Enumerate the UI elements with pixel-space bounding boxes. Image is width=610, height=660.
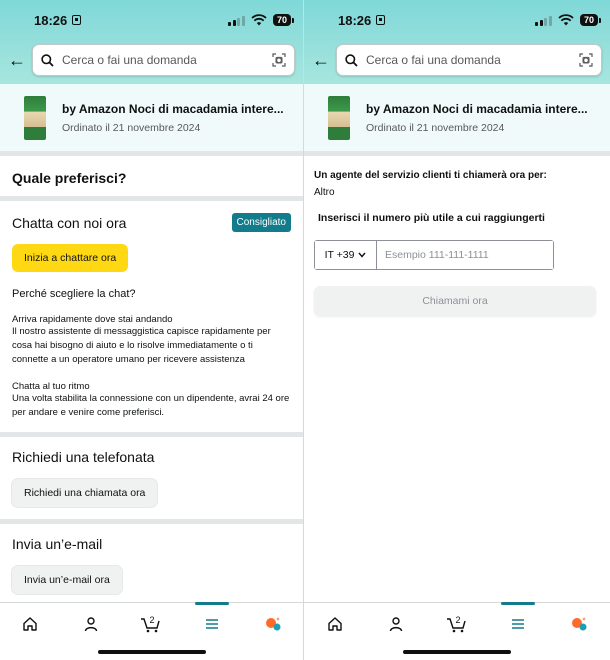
search-input[interactable]: Cerca o fai una domanda — [62, 53, 264, 67]
search-bar[interactable]: Cerca o fai una domanda — [336, 44, 602, 76]
signal-icon — [228, 15, 245, 26]
chat-section: Chatta con noi ora Consigliato Inizia a c… — [0, 201, 303, 437]
call-me-button[interactable]: Chiamami ora — [314, 286, 596, 316]
home-indicator — [403, 650, 511, 654]
search-bar[interactable]: Cerca o fai una domanda — [32, 44, 295, 76]
camera-scan-icon[interactable] — [272, 53, 286, 67]
clock: 18:26 — [338, 12, 372, 28]
nav-menu[interactable] — [195, 602, 230, 635]
order-date: Ordinato il 21 novembre 2024 — [62, 121, 201, 134]
order-summary[interactable]: by Amazon Noci di macadamia intere... Or… — [304, 84, 610, 156]
battery-icon: 70 — [579, 14, 602, 26]
phone-section: Richiedi una telefonata Richiedi una chi… — [0, 437, 303, 524]
nav-account[interactable] — [76, 613, 106, 635]
product-image — [24, 95, 46, 140]
nav-cart[interactable]: 2 — [136, 613, 166, 635]
user-icon — [389, 617, 402, 632]
nav-assistant[interactable] — [258, 613, 288, 635]
product-image — [328, 95, 350, 140]
assistant-icon — [572, 617, 587, 631]
assistant-icon — [265, 617, 281, 631]
chat-title: Chatta con noi ora — [12, 214, 127, 231]
home-indicator — [97, 650, 206, 654]
nav-account[interactable] — [381, 613, 411, 635]
country-code-select[interactable]: IT +39 — [315, 241, 377, 269]
home-icon — [23, 617, 37, 631]
preference-question: Quale preferisci? — [0, 156, 303, 201]
user-icon — [84, 617, 98, 632]
menu-icon — [206, 619, 219, 629]
benefit-text-2: Una volta stabilita la connessione con u… — [12, 393, 290, 418]
benefit-text-1: Il nostro assistente di messaggistica ca… — [12, 326, 271, 365]
svg-text:2: 2 — [455, 615, 460, 625]
status-bar: 18:26 70 — [0, 0, 303, 40]
recommended-badge: Consigliato — [231, 213, 291, 232]
chevron-down-icon — [358, 252, 366, 258]
back-arrow-icon[interactable]: ← — [312, 50, 330, 71]
sim-icon — [376, 15, 386, 25]
phone-title: Richiedi una telefonata — [12, 449, 155, 465]
product-title: by Amazon Noci di macadamia intere... — [62, 101, 284, 116]
battery-icon: 70 — [272, 14, 295, 26]
callback-reason: Altro — [314, 187, 335, 198]
order-summary[interactable]: by Amazon Noci di macadamia intere... Or… — [0, 84, 303, 156]
callback-heading: Un agente del servizio clienti ti chiame… — [314, 170, 547, 181]
phone-number-label: Inserisci il numero più utile a cui ragg… — [318, 212, 545, 224]
contact-options-screen: 18:26 70 ← Cerca o fai una domanda by Am… — [0, 0, 304, 660]
nav-menu[interactable] — [501, 602, 536, 635]
nav-assistant[interactable] — [564, 613, 594, 635]
email-section: Invia un’e-mail Invia un’e-mail ora — [0, 524, 303, 606]
camera-scan-icon[interactable] — [579, 53, 593, 67]
top-bar: 18:26 70 ← Cerca o fai una domanda — [0, 0, 303, 84]
why-chat-heading: Perché scegliere la chat? — [12, 288, 136, 300]
back-arrow-icon[interactable]: ← — [8, 50, 26, 71]
top-bar: 18:26 70 ← Cerca o fai una domanda — [304, 0, 610, 84]
order-date: Ordinato il 21 novembre 2024 — [366, 121, 505, 134]
menu-icon — [512, 619, 525, 629]
wifi-icon — [251, 14, 267, 26]
product-title: by Amazon Noci di macadamia intere... — [366, 101, 588, 116]
request-call-button[interactable]: Richiedi una chiamata ora — [12, 479, 158, 507]
status-bar: 18:26 70 — [304, 0, 610, 40]
benefit-title-2: Chatta al tuo ritmo — [12, 381, 90, 392]
send-email-button[interactable]: Invia un’e-mail ora — [12, 566, 122, 594]
benefit-title-1: Arriva rapidamente dove stai andando — [12, 314, 173, 325]
clock: 18:26 — [34, 12, 68, 28]
sim-icon — [72, 15, 82, 25]
callback-form: Un agente del servizio clienti ti chiame… — [304, 156, 610, 330]
nav-cart[interactable]: 2 — [442, 613, 472, 635]
wifi-icon — [558, 14, 574, 26]
phone-number-row: IT +39 — [314, 240, 554, 270]
cart-icon: 2 — [446, 615, 466, 633]
signal-icon — [535, 15, 552, 26]
cart-icon: 2 — [141, 615, 161, 633]
home-icon — [327, 617, 342, 631]
nav-home[interactable] — [320, 613, 350, 635]
start-chat-button[interactable]: Inizia a chattare ora — [12, 244, 129, 272]
phone-number-input[interactable] — [377, 241, 553, 269]
nav-home[interactable] — [15, 613, 45, 635]
search-icon — [41, 53, 54, 67]
callback-screen: 18:26 70 ← Cerca o fai una domanda by Am… — [304, 0, 610, 660]
search-icon — [345, 53, 358, 67]
search-input[interactable]: Cerca o fai una domanda — [366, 53, 571, 67]
svg-text:2: 2 — [150, 615, 155, 625]
email-title: Invia un’e-mail — [12, 536, 103, 552]
